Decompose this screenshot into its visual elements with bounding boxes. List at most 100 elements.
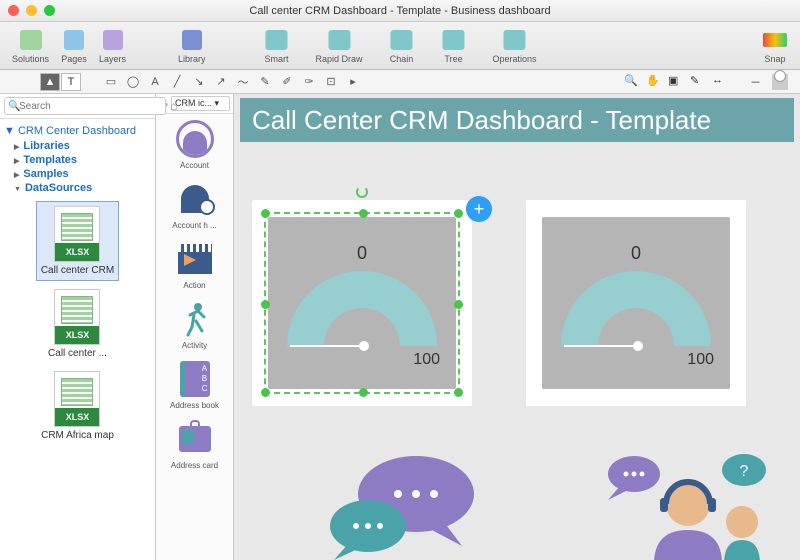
action-icon — [173, 238, 217, 280]
more-tool-icon[interactable]: ▸ — [345, 74, 361, 90]
pages-icon — [61, 27, 87, 53]
zoom-slider[interactable] — [772, 74, 788, 90]
datasource-item[interactable]: CRM Africa map — [37, 367, 118, 445]
toolbar-chain[interactable]: Chain — [389, 27, 415, 64]
svg-text:?: ? — [740, 463, 749, 480]
gauge-min-label: 0 — [542, 243, 730, 264]
resize-handle[interactable] — [261, 209, 270, 218]
library-item[interactable]: Account h ... — [156, 174, 233, 234]
resize-handle[interactable] — [261, 388, 270, 397]
rotate-handle[interactable] — [356, 186, 368, 198]
toolbar-snap[interactable]: Snap — [762, 27, 788, 64]
toolbar-library[interactable]: Library — [178, 27, 206, 64]
tree-root[interactable]: ▼ CRM Center Dashboard — [4, 123, 151, 139]
close-icon[interactable] — [8, 5, 19, 16]
tree-node-samples[interactable]: Samples — [4, 167, 151, 181]
drawing-toolbar: ▲ T ▭ ◯ A ╱ ↘ ↗ 〜 ✎ ✐ ✑ ⊡ ▸ 🔍 ✋ ▣ ✎ ↔ － — [0, 70, 800, 94]
canvas-tools: Smart Rapid Draw Chain Tree Operations — [257, 27, 542, 64]
toolbar-smart[interactable]: Smart — [263, 27, 289, 64]
dimension-icon[interactable]: ↔ — [712, 74, 728, 90]
search-input[interactable] — [4, 97, 166, 115]
datasource-item[interactable]: Call center ... — [44, 285, 111, 363]
smart-icon — [263, 27, 289, 53]
rapiddraw-icon — [326, 27, 352, 53]
resize-handle[interactable] — [261, 300, 270, 309]
ellipse-tool-icon[interactable]: ◯ — [125, 74, 141, 90]
pointer-tool[interactable]: ▲ — [40, 73, 60, 91]
tree-icon — [441, 27, 467, 53]
navigator-sidebar: 🔍 ⌂ ▼ CRM Center Dashboard Libraries Tem… — [0, 94, 156, 560]
text-tool[interactable]: T — [61, 73, 81, 91]
canvas[interactable]: Call Center CRM Dashboard - Template 0 1… — [234, 94, 800, 560]
solutions-icon — [18, 27, 44, 53]
selection-box — [264, 212, 460, 394]
library-item[interactable]: ABC Address book — [156, 354, 233, 414]
layers-icon — [100, 27, 126, 53]
library-item[interactable]: Activity — [156, 294, 233, 354]
addressbook-icon: ABC — [173, 358, 217, 400]
crop-tool-icon[interactable]: ⊡ — [323, 74, 339, 90]
minimize-icon[interactable] — [26, 5, 37, 16]
toolbar-pages[interactable]: Pages — [61, 27, 87, 64]
zoom-out-icon[interactable]: － — [750, 74, 766, 90]
addresscard-icon — [173, 418, 217, 460]
snap-icon — [762, 27, 788, 53]
toolbar-solutions[interactable]: Solutions — [12, 27, 49, 64]
window-title: Call center CRM Dashboard - Template - B… — [249, 5, 550, 17]
maximize-icon[interactable] — [44, 5, 55, 16]
curve-tool-icon[interactable]: 〜 — [235, 74, 251, 90]
eyedrop-tool-icon[interactable]: ✑ — [301, 74, 317, 90]
stamp-icon[interactable]: ▣ — [668, 74, 684, 90]
chain-icon — [389, 27, 415, 53]
resize-handle[interactable] — [454, 209, 463, 218]
account-history-icon — [173, 178, 217, 220]
library-item[interactable]: Account — [156, 114, 233, 174]
library-item[interactable]: Address card — [156, 414, 233, 474]
account-icon — [173, 118, 217, 160]
tree-node-libraries[interactable]: Libraries — [4, 139, 151, 153]
xlsx-icon — [54, 206, 100, 262]
connector-tool-icon[interactable]: ↘ — [191, 74, 207, 90]
resize-handle[interactable] — [454, 300, 463, 309]
chat-bubbles-icon — [324, 452, 484, 560]
datasource-item[interactable]: Call center CRM — [36, 201, 119, 281]
gauge-needle-icon — [564, 345, 638, 347]
hand-icon[interactable]: ✋ — [646, 74, 662, 90]
page-banner: Call Center CRM Dashboard - Template — [240, 98, 794, 142]
library-item[interactable]: Action — [156, 234, 233, 294]
arrow-tool-icon[interactable]: ↗ — [213, 74, 229, 90]
title-bar: Call center CRM Dashboard - Template - B… — [0, 0, 800, 22]
toolbar-layers[interactable]: Layers — [99, 27, 126, 64]
window-controls — [8, 5, 55, 16]
gauge-widget[interactable]: 0 100 — [526, 200, 746, 406]
tree-node-datasources[interactable]: DataSources — [4, 181, 151, 195]
line-tool-icon[interactable]: ╱ — [169, 74, 185, 90]
library-icon — [179, 27, 205, 53]
resize-handle[interactable] — [359, 388, 368, 397]
library-panel: ‹ › CRM ic... ▾ Account Account h ... Ac… — [156, 94, 234, 560]
toolbar-rapiddraw[interactable]: Rapid Draw — [315, 27, 362, 64]
search-icon: 🔍 — [8, 101, 20, 112]
pen-tool-icon[interactable]: ✎ — [257, 74, 273, 90]
xlsx-icon — [54, 289, 100, 345]
text-tool-icon[interactable]: A — [147, 74, 163, 90]
library-selector[interactable]: CRM ic... ▾ — [171, 96, 230, 111]
eyedropper-icon[interactable]: ✎ — [690, 74, 706, 90]
add-button[interactable]: + — [466, 196, 492, 222]
brush-tool-icon[interactable]: ✐ — [279, 74, 295, 90]
agent-icon: ? — [594, 444, 774, 560]
xlsx-icon — [54, 371, 100, 427]
activity-icon — [173, 298, 217, 340]
operations-icon — [502, 27, 528, 53]
search-icon[interactable]: 🔍 — [624, 74, 640, 90]
resize-handle[interactable] — [454, 388, 463, 397]
gauge-arc-icon — [561, 271, 711, 346]
gauge-max-label: 100 — [687, 351, 714, 369]
toolbar-tree[interactable]: Tree — [441, 27, 467, 64]
rect-tool-icon[interactable]: ▭ — [103, 74, 119, 90]
home-icon[interactable]: ⌂ — [170, 99, 177, 113]
tree-node-templates[interactable]: Templates — [4, 153, 151, 167]
resize-handle[interactable] — [359, 209, 368, 218]
main-toolbar: Solutions Pages Layers Library Smart Rap… — [0, 22, 800, 70]
toolbar-operations[interactable]: Operations — [493, 27, 537, 64]
